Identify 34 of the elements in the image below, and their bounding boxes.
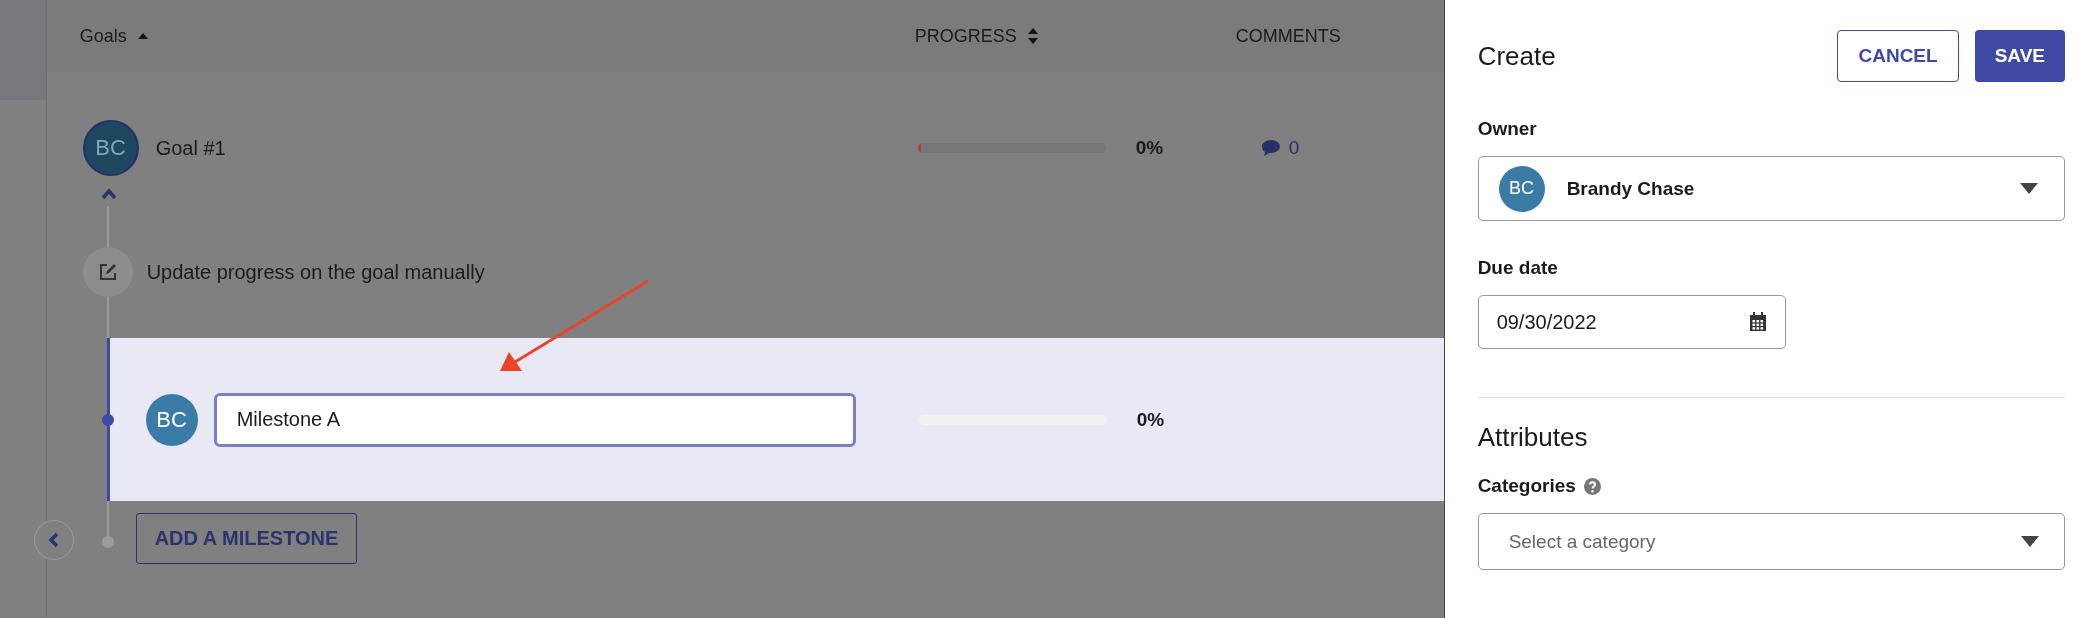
avatar: BC [82,120,139,176]
dropdown-caret-icon [2021,536,2039,547]
field-label: Owner [1477,118,1538,140]
goal-name[interactable]: Goal #1 [155,136,918,160]
edit-icon [82,247,133,297]
milestone-name-field[interactable]: Milestone A [213,392,856,447]
speech-bubble-icon[interactable] [1260,139,1281,157]
collapse-button[interactable] [34,520,74,560]
panel-title: Create [1477,40,1557,72]
column-header[interactable]: Goals [79,25,127,47]
section-heading: Attributes [1477,422,1589,453]
progress-percent: 0% [1135,137,1165,159]
owner-name: Brandy Chase [1566,177,1696,200]
owner-select[interactable]: BC Brandy Chase [1477,156,2065,221]
avatar: BC [1498,165,1545,212]
chevron-up-icon[interactable] [100,188,117,200]
column-header[interactable]: PROGRESS [914,25,1017,47]
timeline-dot [101,414,114,426]
dropdown-caret-icon [2020,183,2038,194]
sort-ascending-icon[interactable] [136,32,149,40]
column-header[interactable]: COMMENTS [1235,25,1341,47]
progress-percent: 0% [1136,408,1166,431]
category-select[interactable]: Select a category [1477,513,2065,570]
timeline-end-drawing [101,501,114,548]
chevron-left-icon[interactable] [48,532,60,548]
method-text: Update progress on the goal manually [146,260,485,284]
cancel-button[interactable]: CANCEL [1837,30,1959,82]
save-button[interactable]: SAVE [1974,30,2065,82]
field-label: Due date [1477,257,1559,279]
field-label: Categories [1477,475,1576,497]
help-icon[interactable] [1583,477,1601,495]
date-field[interactable]: 09/30/2022 [1477,295,1786,349]
sort-icon[interactable] [1026,27,1039,45]
avatar: BC [145,393,198,446]
